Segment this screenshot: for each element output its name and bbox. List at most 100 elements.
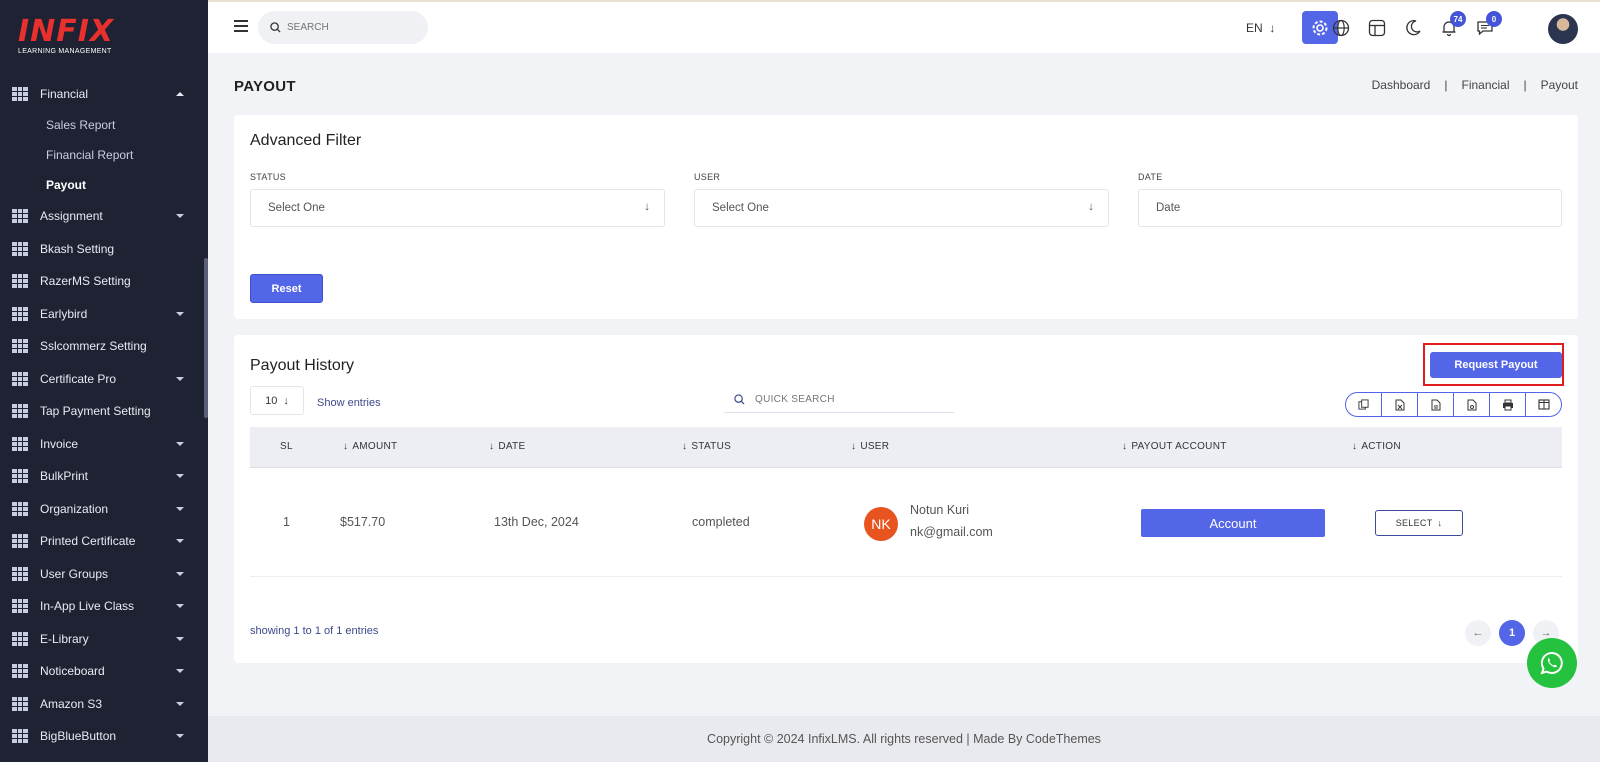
- reset-button[interactable]: Reset: [250, 274, 323, 303]
- excel-file-icon: [1395, 399, 1404, 410]
- layout-button[interactable]: [1366, 17, 1388, 39]
- column-header-user[interactable]: ↓ USER: [851, 441, 889, 452]
- entries-value: 10: [265, 394, 278, 407]
- arrow-down-icon: ↓: [1266, 21, 1276, 35]
- arrow-down-icon: ↓: [644, 201, 650, 213]
- chevron-down-icon: [176, 214, 184, 219]
- brand-logo[interactable]: INFIX LEARNING MANAGEMENT: [18, 14, 115, 56]
- logo-subtitle: LEARNING MANAGEMENT: [18, 48, 112, 55]
- globe-icon: [1332, 19, 1350, 37]
- action-select-label: SELECT: [1395, 518, 1433, 528]
- column-header-sl[interactable]: SL: [280, 441, 293, 452]
- sidebar-item-noticeboard[interactable]: Noticeboard: [0, 655, 204, 688]
- sidebar-item-label: Amazon S3: [40, 696, 103, 711]
- sidebar-item-invoice[interactable]: Invoice: [0, 428, 204, 461]
- sidebar-item-label: User Groups: [40, 566, 109, 581]
- chevron-down-icon: [176, 571, 184, 576]
- cell-sl: 1: [283, 515, 290, 529]
- menu-toggle-icon[interactable]: [234, 20, 248, 32]
- column-visibility-button[interactable]: [1525, 393, 1561, 416]
- grid-icon: [12, 371, 28, 386]
- sidebar-item-bulkprint[interactable]: BulkPrint: [0, 460, 204, 493]
- dark-mode-toggle[interactable]: [1402, 17, 1424, 39]
- sidebar-item-sslcommerz-setting[interactable]: Sslcommerz Setting: [0, 330, 204, 363]
- grid-icon: [12, 209, 28, 224]
- entries-select[interactable]: 10 ↓: [250, 386, 304, 415]
- sidebar-item-label: Financial: [40, 87, 89, 101]
- sidebar-item-bkash-setting[interactable]: Bkash Setting: [0, 233, 204, 266]
- sidebar-item-in-app-live-class[interactable]: In-App Live Class: [0, 590, 204, 623]
- quick-search[interactable]: [724, 386, 954, 413]
- pdf-button[interactable]: [1453, 393, 1489, 416]
- sidebar-item-label: Printed Certificate: [40, 534, 136, 549]
- logo-text: INFIX: [18, 14, 115, 49]
- whatsapp-chat-button[interactable]: [1527, 638, 1577, 688]
- sidebar-item-label: BulkPrint: [40, 469, 89, 484]
- search-bar[interactable]: [258, 11, 428, 44]
- sidebar-item-e-library[interactable]: E-Library: [0, 623, 204, 656]
- breadcrumb-dashboard[interactable]: Dashboard: [1372, 78, 1431, 92]
- arrow-down-icon: ↓: [1437, 518, 1443, 528]
- whatsapp-icon: [1540, 651, 1563, 675]
- account-button[interactable]: Account: [1141, 509, 1325, 537]
- sidebar-item-certificate-pro[interactable]: Certificate Pro: [0, 363, 204, 396]
- quick-search-input[interactable]: [755, 393, 887, 405]
- sidebar-item-label: E-Library: [40, 631, 89, 646]
- column-header-action[interactable]: ↓ ACTION: [1352, 441, 1401, 452]
- sidebar-item-earlybird[interactable]: Earlybird: [0, 298, 204, 331]
- sidebar-item-razerms-setting[interactable]: RazerMS Setting: [0, 265, 204, 298]
- sidebar-item-organization[interactable]: Organization: [0, 493, 204, 526]
- grid-icon: [12, 241, 28, 256]
- cell-date: 13th Dec, 2024: [494, 515, 579, 529]
- notifications-button[interactable]: 74: [1438, 11, 1466, 39]
- breadcrumb-payout[interactable]: Payout: [1541, 78, 1578, 92]
- sidebar-item-amazon-s3[interactable]: Amazon S3: [0, 688, 204, 721]
- sidebar-item-bigbluebutton[interactable]: BigBlueButton: [0, 720, 204, 753]
- sidebar-item-tap-payment-setting[interactable]: Tap Payment Setting: [0, 395, 204, 428]
- date-field[interactable]: Date: [1138, 189, 1562, 227]
- row-divider: [250, 576, 1562, 577]
- pagination-page-button[interactable]: 1: [1499, 620, 1525, 646]
- column-header-payout-account[interactable]: ↓ PAYOUT ACCOUNT: [1122, 441, 1227, 452]
- gear-icon: [1312, 20, 1328, 35]
- column-header-date[interactable]: ↓ DATE: [489, 441, 525, 452]
- sidebar-subitem-financial-report[interactable]: Financial Report: [0, 140, 204, 170]
- layout-icon: [1368, 19, 1386, 37]
- chevron-down-icon: [176, 311, 184, 316]
- sidebar-item-financial[interactable]: Financial: [0, 78, 204, 110]
- grid-icon: [12, 631, 28, 646]
- csv-button[interactable]: [1417, 393, 1453, 416]
- user-initials-avatar: NK: [864, 507, 898, 541]
- sidebar-item-printed-certificate[interactable]: Printed Certificate: [0, 525, 204, 558]
- action-select-button[interactable]: SELECT ↓: [1375, 510, 1463, 536]
- search-icon: [734, 393, 745, 405]
- breadcrumb-separator: |: [1444, 78, 1448, 92]
- status-select[interactable]: Select One ↓: [250, 189, 665, 227]
- pagination-prev-button[interactable]: ←: [1465, 620, 1491, 646]
- print-button[interactable]: [1489, 393, 1525, 416]
- excel-button[interactable]: [1381, 393, 1417, 416]
- globe-button[interactable]: [1330, 17, 1352, 39]
- user-avatar[interactable]: [1548, 14, 1578, 44]
- sidebar-item-user-groups[interactable]: User Groups: [0, 558, 204, 591]
- messages-button[interactable]: 0: [1474, 11, 1502, 39]
- grid-icon: [12, 664, 28, 679]
- payout-history-card: Payout History Request Payout 10 ↓ Show …: [234, 335, 1578, 663]
- topbar: EN ↓ 74 0: [208, 0, 1600, 53]
- column-header-amount[interactable]: ↓ AMOUNT: [343, 441, 397, 452]
- user-select[interactable]: Select One ↓: [694, 189, 1109, 227]
- export-buttons: [1345, 392, 1562, 417]
- messages-badge: 0: [1486, 11, 1502, 27]
- breadcrumb-financial[interactable]: Financial: [1461, 78, 1509, 92]
- sort-arrow-icon: ↓: [489, 441, 495, 452]
- sidebar-subitem-payout[interactable]: Payout: [0, 170, 204, 200]
- chevron-down-icon: [176, 506, 184, 511]
- sidebar-item-assignment[interactable]: Assignment: [0, 200, 204, 233]
- sidebar-scrollbar[interactable]: [204, 258, 208, 418]
- status-select-value: Select One: [268, 202, 325, 214]
- column-header-status[interactable]: ↓ STATUS: [682, 441, 731, 452]
- language-selector[interactable]: EN ↓: [1246, 21, 1275, 35]
- search-input[interactable]: [287, 22, 407, 33]
- copy-button[interactable]: [1346, 393, 1381, 416]
- sidebar-subitem-sales-report[interactable]: Sales Report: [0, 110, 204, 140]
